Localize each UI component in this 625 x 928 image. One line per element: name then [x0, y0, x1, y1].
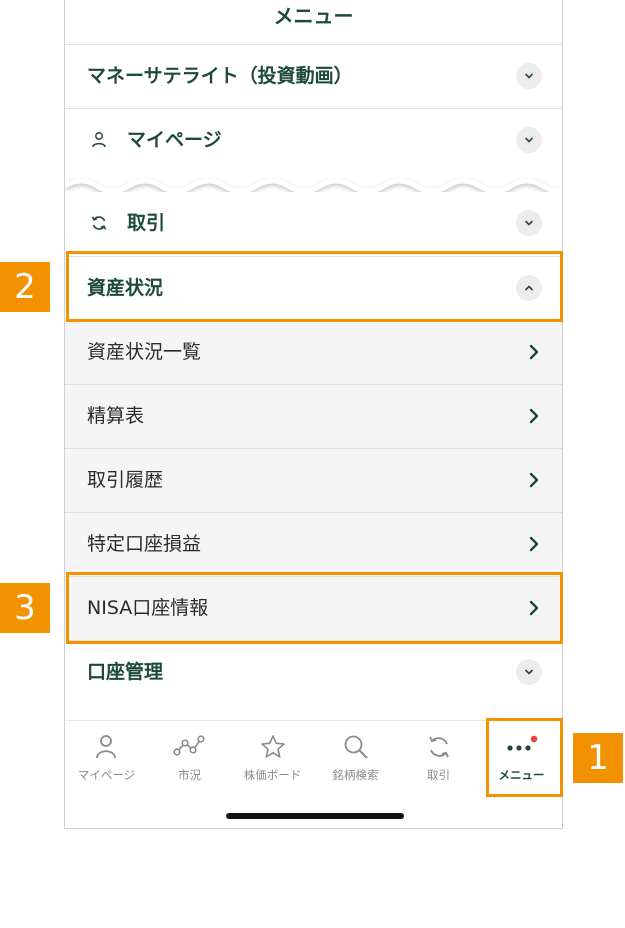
callout-badge-2: 2 [0, 262, 50, 312]
menu-item-mypage[interactable]: マイページ [65, 108, 562, 172]
tab-market[interactable]: 市況 [148, 721, 231, 806]
cycle-icon [429, 736, 449, 758]
tab-stock-search[interactable]: 銘柄検索 [314, 721, 397, 806]
chevron-right-icon [529, 472, 539, 488]
submenu-item-settlement[interactable]: 精算表 [65, 384, 562, 448]
menu-item-trade[interactable]: 取引 [65, 192, 562, 256]
submenu-item-label: 資産状況一覧 [87, 341, 202, 363]
person-icon [96, 735, 116, 759]
market-chart-icon [173, 735, 205, 756]
tab-trade[interactable]: 取引 [397, 721, 480, 806]
submenu-item-label: 取引履歴 [87, 469, 164, 491]
callout-badge-3: 3 [0, 583, 50, 633]
submenu-item-asset-overview[interactable]: 資産状況一覧 [65, 320, 562, 384]
menu-item-label: 取引 [127, 212, 166, 234]
submenu-item-label: 特定口座損益 [87, 533, 202, 555]
chevron-down-icon[interactable] [516, 63, 542, 89]
highlight-assets [66, 251, 563, 322]
phone-screen: メニュー マネーサテライト（投資動画） マイページ 取引 資産状況 資産状況一覧… [64, 0, 563, 829]
menu-item-account-management[interactable]: 口座管理 [65, 640, 562, 704]
search-icon [344, 735, 368, 759]
highlight-nisa [66, 572, 563, 644]
tab-stock-board[interactable]: 株価ボード [231, 721, 314, 806]
cycle-icon [91, 216, 107, 230]
page-title: メニュー [273, 4, 354, 28]
tab-label: 株価ボード [243, 768, 302, 782]
chevron-down-icon[interactable] [516, 659, 542, 685]
star-icon [261, 735, 285, 758]
submenu-item-specified-account[interactable]: 特定口座損益 [65, 512, 562, 576]
menu-item-label: マネーサテライト（投資動画） [87, 65, 353, 87]
highlight-menu-tab [486, 718, 563, 797]
chevron-down-icon[interactable] [516, 210, 542, 236]
submenu-item-label: 精算表 [87, 405, 145, 427]
chevron-right-icon [529, 344, 539, 360]
menu-item-label: マイページ [127, 129, 222, 151]
callout-badge-1: 1 [573, 733, 623, 783]
tab-label: 取引 [427, 768, 450, 782]
tab-mypage[interactable]: マイページ [65, 721, 148, 806]
chevron-right-icon [529, 408, 539, 424]
tab-label: マイページ [77, 768, 136, 782]
chevron-right-icon [529, 536, 539, 552]
home-indicator [226, 813, 404, 819]
tab-label: 市況 [178, 768, 201, 782]
submenu-item-trade-history[interactable]: 取引履歴 [65, 448, 562, 512]
menu-item-money-satellite[interactable]: マネーサテライト（投資動画） [65, 44, 562, 108]
chevron-down-icon[interactable] [516, 127, 542, 153]
menu-item-label: 口座管理 [87, 661, 164, 683]
header: メニュー [65, 0, 562, 44]
person-icon [92, 132, 106, 148]
tab-label: 銘柄検索 [332, 768, 379, 782]
